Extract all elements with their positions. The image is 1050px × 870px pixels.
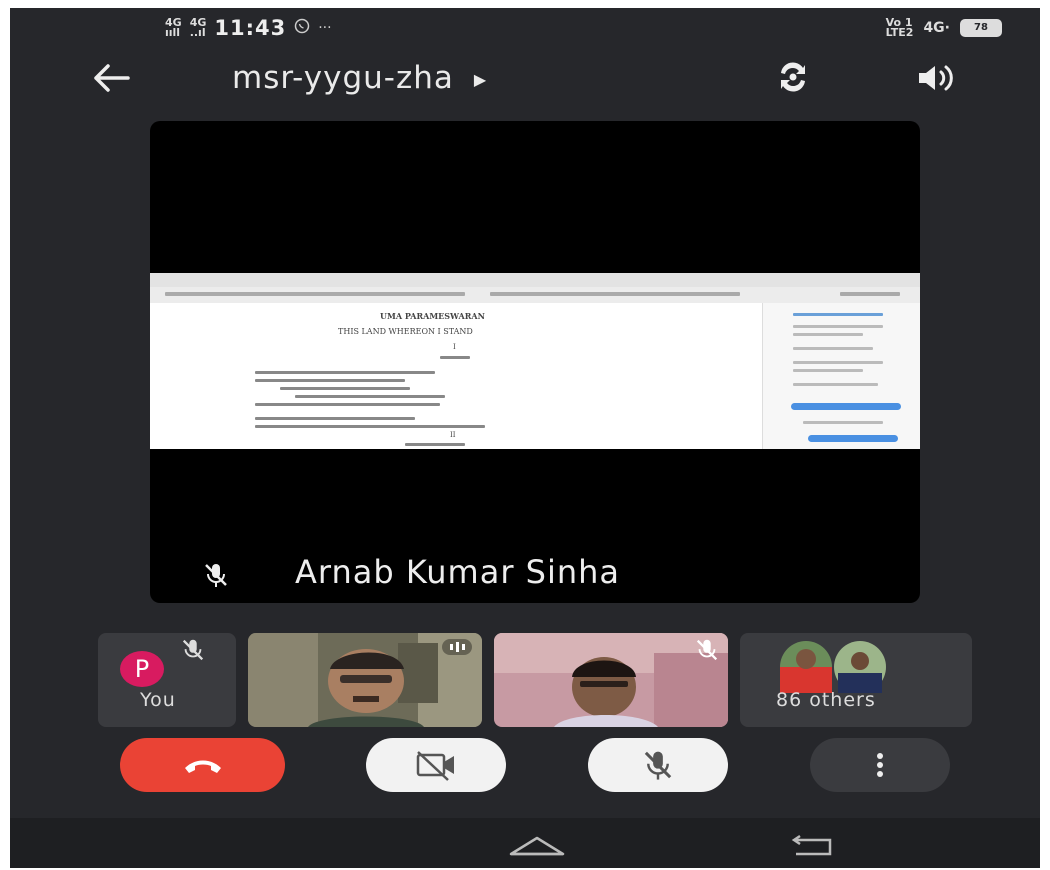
status-left: 4G ııll 4G ..ıl 11:43 ··· [165, 16, 332, 40]
presentation-stage[interactable]: UMA PARAMESWARAN THIS LAND WHEREON I STA… [150, 121, 920, 603]
back-nav-icon[interactable] [786, 832, 836, 858]
switch-camera-icon[interactable] [773, 60, 813, 94]
mic-off-icon [202, 561, 230, 589]
meeting-code: msr-yygu-zha [232, 60, 454, 96]
camera-off-icon [416, 751, 454, 781]
more-vert-icon [877, 753, 883, 777]
others-count: 86 others [776, 689, 876, 711]
meeting-title[interactable]: msr-yygu-zha ▶ [232, 60, 487, 96]
hang-up-icon [184, 760, 221, 773]
self-tile[interactable]: P You [98, 633, 236, 727]
expand-triangle-icon: ▶ [473, 70, 488, 89]
others-avatars [780, 641, 886, 693]
network-icon: 4G· [923, 20, 950, 36]
speaker-icon[interactable] [915, 62, 955, 94]
avatar: P [120, 651, 164, 687]
others-tile[interactable]: 86 others [740, 633, 972, 727]
status-bar: 4G ııll 4G ..ıl 11:43 ··· Vo 1 LTE2 4G· … [10, 8, 1040, 50]
signal-1-icon: 4G ııll [165, 16, 182, 39]
presenter-bar: Arnab Kumar Sinha [150, 547, 920, 603]
document-page: UMA PARAMESWARAN THIS LAND WHEREON I STA… [150, 303, 762, 449]
mic-off-icon [694, 637, 720, 663]
arrow-left-icon[interactable] [90, 58, 132, 105]
mic-off-icon [180, 637, 206, 663]
participant-video [494, 633, 728, 727]
system-nav-bar [10, 818, 1040, 868]
whatsapp-icon [294, 18, 310, 38]
doc-section-1: I [453, 343, 456, 351]
participant-video-tile[interactable] [494, 633, 728, 727]
presenter-name: Arnab Kumar Sinha [295, 553, 621, 591]
doc-author: UMA PARAMESWARAN [380, 311, 485, 321]
mic-off-icon [644, 751, 672, 780]
you-label: You [140, 689, 176, 711]
doc-title: THIS LAND WHEREON I STAND [338, 327, 473, 336]
document-side-panel [762, 303, 920, 449]
window-titlebar [150, 273, 920, 288]
camera-toggle-button[interactable] [366, 738, 506, 792]
signal-2-icon: 4G ..ıl [189, 16, 207, 39]
clock: 11:43 [214, 16, 287, 40]
app-bar: msr-yygu-zha ▶ [10, 50, 1040, 110]
call-controls [10, 738, 1040, 818]
mic-toggle-button[interactable] [588, 738, 728, 792]
notification-more: ··· [318, 20, 332, 36]
battery-icon: 78 [960, 19, 1002, 37]
more-options-button[interactable] [810, 738, 950, 792]
shared-screen: UMA PARAMESWARAN THIS LAND WHEREON I STA… [150, 273, 920, 449]
end-call-button[interactable] [120, 738, 285, 792]
volte-icon: Vo 1 LTE2 [885, 16, 914, 39]
doc-section-2: II [450, 431, 456, 439]
participant-video-tile[interactable] [248, 633, 482, 727]
home-icon[interactable] [507, 832, 567, 858]
speaking-indicator-icon [442, 639, 472, 655]
meet-screen: 4G ııll 4G ..ıl 11:43 ··· Vo 1 LTE2 4G· … [10, 8, 1040, 868]
document-toolbar [150, 287, 920, 304]
status-right: Vo 1 LTE2 4G· 78 [885, 16, 1002, 39]
